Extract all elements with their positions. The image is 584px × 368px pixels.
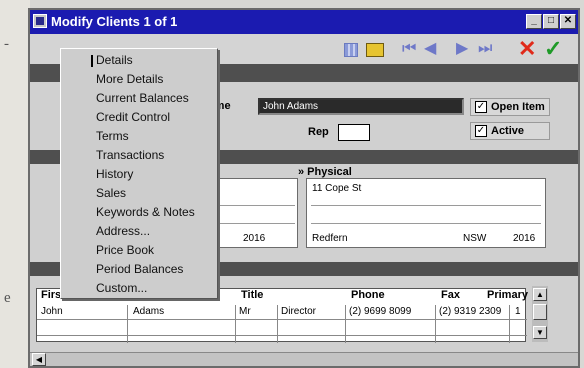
physical-postcode: 2016: [513, 233, 536, 244]
window-scrollbar[interactable]: ◀: [30, 352, 578, 366]
postal-postcode: 2016: [243, 233, 266, 244]
client-name-field[interactable]: John Adams: [258, 98, 464, 115]
menu-item-custom[interactable]: Custom...: [96, 281, 147, 295]
selection-caret: [91, 55, 93, 67]
scroll-thumb[interactable]: [533, 304, 547, 320]
menu-item-period-balances[interactable]: Period Balances: [96, 262, 183, 276]
background-mark: -: [4, 36, 9, 52]
cell-role: Director: [281, 306, 317, 317]
cell-fax: (2) 9319 2309: [439, 306, 502, 317]
menu-item-details[interactable]: Details: [96, 53, 133, 67]
system-menu-icon[interactable]: [33, 14, 47, 28]
column-divider: [235, 305, 236, 343]
menu-item-credit-control[interactable]: Credit Control: [96, 110, 170, 124]
background-page: - e: [0, 0, 30, 368]
address-line: [311, 223, 541, 224]
next-record-icon[interactable]: ▶: [456, 40, 472, 58]
physical-state: NSW: [463, 233, 487, 244]
column-divider: [345, 305, 346, 343]
table-row[interactable]: [37, 321, 527, 336]
column-header-fax[interactable]: Fax: [441, 289, 460, 301]
column-header-title[interactable]: Title: [241, 289, 263, 301]
first-record-icon[interactable]: ⏮: [402, 40, 418, 58]
column-divider: [127, 305, 128, 343]
printer-icon[interactable]: [366, 43, 384, 57]
window-title: Modify Clients 1 of 1: [51, 14, 178, 29]
scroll-down-button[interactable]: ▼: [533, 326, 547, 339]
maximize-button[interactable]: □: [543, 14, 559, 29]
table-scrollbar[interactable]: ▲ ▼: [532, 286, 548, 342]
open-item-checkbox[interactable]: ✓: [475, 101, 487, 113]
menu-item-history[interactable]: History: [96, 167, 133, 181]
cell-first: John: [41, 306, 63, 317]
menu-item-current-balances[interactable]: Current Balances: [96, 91, 189, 105]
column-header-phone[interactable]: Phone: [351, 289, 385, 301]
address-line: [311, 205, 541, 206]
minimize-button[interactable]: _: [526, 14, 542, 29]
menu-item-sales[interactable]: Sales: [96, 186, 126, 200]
menu-item-price-book[interactable]: Price Book: [96, 243, 154, 257]
rep-label: Rep: [308, 126, 329, 138]
ok-icon[interactable]: ✓: [544, 38, 562, 60]
cell-title: Mr: [239, 306, 251, 317]
title-bar: Modify Clients 1 of 1 _ □ ✕: [30, 10, 578, 34]
menu-item-transactions[interactable]: Transactions: [96, 148, 164, 162]
menu-item-terms[interactable]: Terms: [96, 129, 129, 143]
menu-item-keywords-notes[interactable]: Keywords & Notes: [96, 205, 195, 219]
column-divider: [435, 305, 436, 343]
column-header-primary[interactable]: Primary: [487, 289, 528, 301]
last-record-icon[interactable]: ⏭: [478, 40, 494, 58]
grid-view-icon[interactable]: [344, 43, 358, 57]
active-label: Active: [491, 125, 525, 137]
table-row[interactable]: John Adams Mr Director (2) 9699 8099 (2)…: [37, 305, 527, 320]
physical-label: » Physical: [298, 166, 352, 178]
view-menu: Details More Details Current Balances Cr…: [60, 48, 218, 299]
physical-address[interactable]: 11 Cope St Redfern NSW 2016: [306, 178, 546, 248]
close-button[interactable]: ✕: [560, 14, 576, 29]
modify-clients-window: Modify Clients 1 of 1 _ □ ✕ ⏮ ◀ ▶ ⏭ ✕ ✓ …: [28, 8, 580, 368]
cell-phone: (2) 9699 8099: [349, 306, 412, 317]
scroll-up-button[interactable]: ▲: [533, 288, 547, 301]
active-toggle[interactable]: ✓ Active: [470, 122, 550, 140]
physical-street: 11 Cope St: [312, 183, 362, 194]
cell-surname: Adams: [133, 306, 165, 317]
menu-item-address[interactable]: Address...: [96, 224, 150, 238]
open-item-toggle[interactable]: ✓ Open Item: [470, 98, 550, 116]
physical-suburb: Redfern: [312, 233, 348, 244]
column-divider: [509, 305, 510, 343]
scroll-left-button[interactable]: ◀: [32, 353, 46, 366]
prev-record-icon[interactable]: ◀: [424, 40, 440, 58]
background-mark: e: [4, 290, 11, 306]
open-item-label: Open Item: [491, 101, 545, 113]
rep-field[interactable]: [338, 124, 370, 141]
active-checkbox[interactable]: ✓: [475, 125, 487, 137]
cell-primary: 1: [515, 306, 521, 317]
cancel-icon[interactable]: ✕: [518, 38, 536, 60]
menu-item-more-details[interactable]: More Details: [96, 72, 163, 86]
column-divider: [277, 305, 278, 343]
